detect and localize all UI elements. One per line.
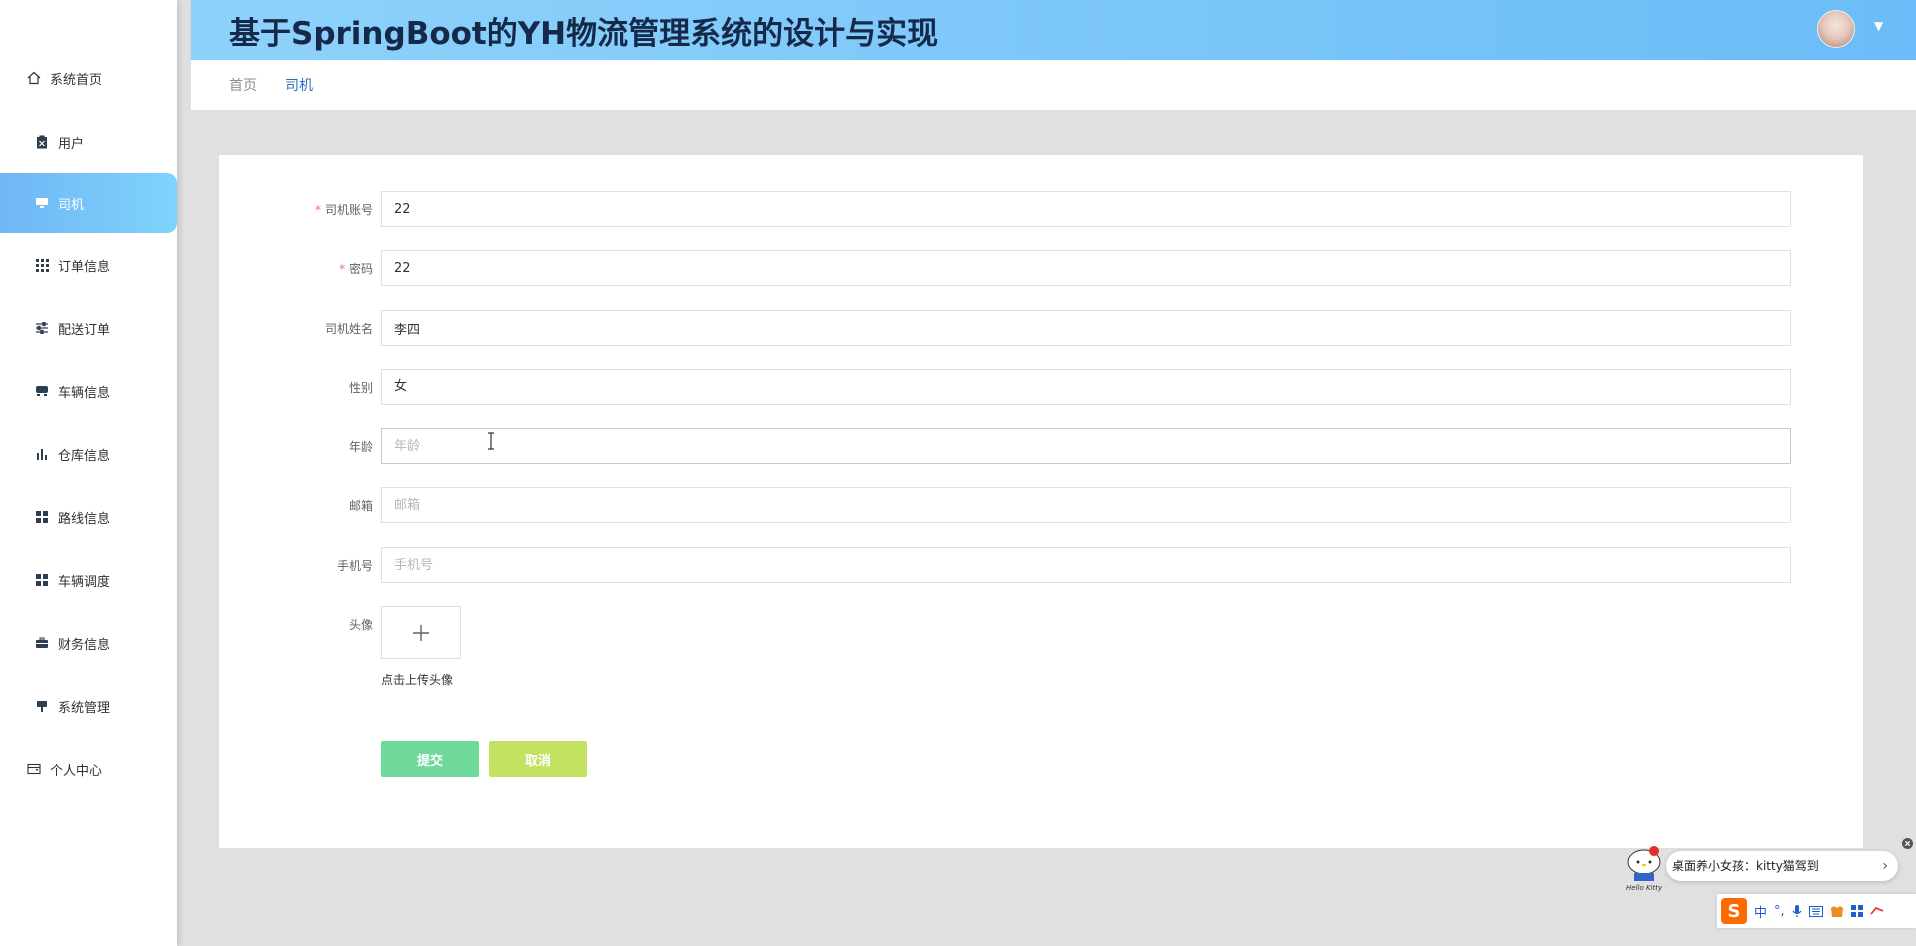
form-row-email: 邮箱	[219, 487, 1863, 525]
account-label: * 司机账号	[314, 203, 373, 217]
age-input[interactable]	[381, 428, 1791, 464]
cancel-button[interactable]: 取消	[489, 741, 587, 777]
desktop-pet-notice[interactable]: Hello Kitty 桌面养小女孩：kitty猫驾到 ›	[1618, 842, 1906, 892]
breadcrumb: 首页 司机	[191, 60, 1916, 110]
sidebar-item-label: 个人中心	[50, 763, 103, 779]
sidebar-item-warehouses[interactable]: 仓库信息	[0, 424, 177, 484]
plus-icon	[413, 624, 429, 641]
avatar-upload-hint: 点击上传头像	[381, 673, 454, 687]
close-icon[interactable]	[1902, 838, 1913, 849]
sidebar: 系统首页 用户 司机 订单信息 配送订单 车辆信息 仓库信息 路线信息 车辆调度…	[0, 0, 177, 946]
gender-select-value: 女	[394, 379, 408, 394]
breadcrumb-home[interactable]: 首页	[229, 75, 257, 95]
hello-kitty-brand: Hello Kitty	[1626, 884, 1663, 892]
phone-input[interactable]	[381, 547, 1791, 583]
form-row-password: * 密码	[219, 250, 1863, 288]
sidebar-item-vehicles[interactable]: 车辆信息	[0, 361, 177, 421]
ime-mode-toggle[interactable]: 中	[1754, 902, 1767, 921]
phone-label: 手机号	[336, 559, 373, 573]
tiles-icon	[34, 572, 50, 588]
page-title: 基于SpringBoot的YH物流管理系统的设计与实现	[229, 16, 939, 52]
vehicle-icon	[34, 383, 50, 399]
sidebar-item-label: 车辆调度	[58, 574, 111, 590]
gender-select[interactable]: 女	[381, 369, 1791, 405]
name-label: 司机姓名	[324, 322, 373, 336]
more-icon[interactable]	[1870, 906, 1884, 916]
sidebar-item-label: 司机	[58, 197, 85, 213]
password-input[interactable]	[381, 250, 1791, 286]
required-mark: *	[338, 262, 345, 276]
sidebar-item-dispatch[interactable]: 车辆调度	[0, 550, 177, 610]
sidebar-item-driver[interactable]: 司机	[0, 173, 177, 233]
sidebar-item-label: 系统首页	[50, 72, 103, 88]
sidebar-item-users[interactable]: 用户	[0, 112, 177, 172]
stamp-icon	[34, 698, 50, 714]
sidebar-item-label: 财务信息	[58, 637, 111, 653]
email-input[interactable]	[381, 487, 1791, 523]
tiles-icon	[34, 509, 50, 525]
required-mark: *	[314, 203, 321, 217]
form-row-phone: 手机号	[219, 547, 1863, 585]
notice-bubble[interactable]: 桌面养小女孩：kitty猫驾到 ›	[1666, 851, 1898, 881]
toolbox-icon[interactable]	[1850, 905, 1863, 917]
text-cursor-icon	[488, 432, 494, 450]
sidebar-item-label: 系统管理	[58, 700, 111, 716]
age-label: 年龄	[348, 440, 373, 454]
sidebar-item-label: 配送订单	[58, 322, 111, 338]
home-icon	[26, 70, 42, 86]
sogou-logo-icon[interactable]: S	[1721, 898, 1747, 924]
notice-text: 桌面养小女孩：kitty猫驾到	[1672, 859, 1819, 873]
submit-button[interactable]: 提交	[381, 741, 479, 777]
top-header: 基于SpringBoot的YH物流管理系统的设计与实现 ▼	[191, 0, 1916, 60]
sidebar-item-label: 车辆信息	[58, 385, 111, 401]
bar-chart-icon	[34, 446, 50, 462]
sidebar-item-orders[interactable]: 订单信息	[0, 235, 177, 295]
sidebar-item-finance[interactable]: 财务信息	[0, 613, 177, 673]
driver-form-card: *司机账号 *密码 司机姓名 性别 女 年龄 邮箱 手机号 头像 点击上传头像 …	[219, 155, 1863, 848]
avatar-upload[interactable]	[381, 606, 461, 659]
form-row-avatar: 头像 点击上传头像	[219, 606, 1863, 696]
form-row-gender: 性别 女	[219, 369, 1863, 407]
clipboard-icon	[34, 134, 50, 150]
skin-icon[interactable]	[1830, 905, 1844, 918]
sidebar-item-profile[interactable]: 个人中心	[0, 739, 177, 799]
avatar-label: 头像	[348, 618, 373, 632]
sidebar-item-label: 仓库信息	[58, 448, 111, 464]
gender-label: 性别	[348, 381, 373, 395]
breadcrumb-current: 司机	[285, 78, 313, 94]
microphone-icon[interactable]	[1792, 904, 1802, 918]
wallet-icon	[26, 761, 42, 777]
monitor-icon	[34, 195, 50, 211]
name-input[interactable]	[381, 310, 1791, 346]
grid-icon	[34, 257, 50, 273]
password-label: * 密码	[338, 262, 373, 276]
form-row-age: 年龄	[219, 428, 1863, 466]
form-actions: 提交 取消	[219, 741, 1863, 779]
avatar[interactable]	[1817, 10, 1855, 48]
briefcase-icon	[34, 635, 50, 651]
sidebar-item-home[interactable]: 系统首页	[0, 48, 177, 108]
sidebar-item-label: 用户	[58, 136, 85, 152]
sidebar-item-label: 路线信息	[58, 511, 111, 527]
ime-punctuation[interactable]: °,	[1774, 904, 1785, 919]
form-row-name: 司机姓名	[219, 310, 1863, 348]
sidebar-item-label: 订单信息	[58, 259, 111, 275]
form-row-account: * 司机账号	[219, 191, 1863, 229]
sidebar-item-delivery-orders[interactable]: 配送订单	[0, 298, 177, 358]
sidebar-item-routes[interactable]: 路线信息	[0, 487, 177, 547]
caret-down-icon[interactable]: ▼	[1874, 19, 1883, 33]
email-label: 邮箱	[348, 499, 373, 513]
account-input[interactable]	[381, 191, 1791, 227]
sliders-icon	[34, 320, 50, 336]
keyboard-icon[interactable]	[1808, 905, 1823, 917]
chevron-right-icon[interactable]: ›	[1882, 851, 1888, 881]
sidebar-item-system[interactable]: 系统管理	[0, 676, 177, 736]
ime-toolbar: S 中 °,	[1717, 894, 1916, 928]
